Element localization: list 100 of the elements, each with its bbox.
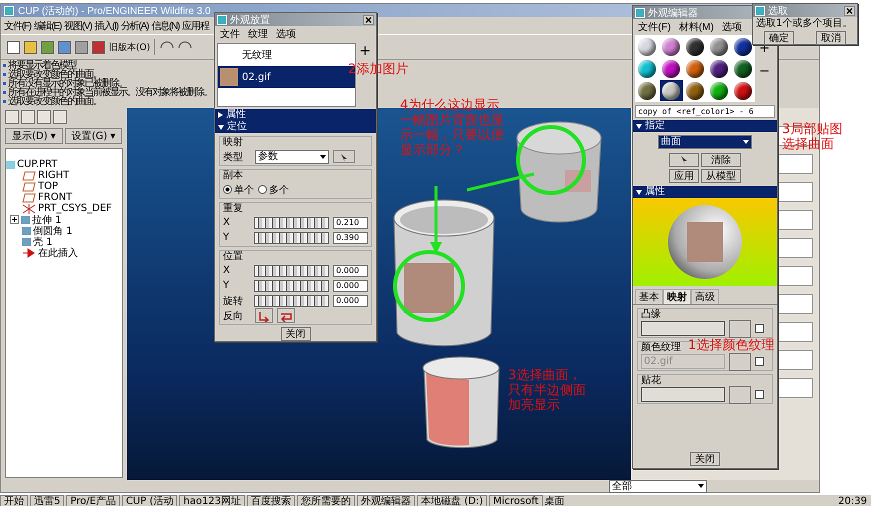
taskbar-button[interactable]: 迅雷5	[30, 495, 64, 506]
close-icon[interactable]	[844, 6, 855, 16]
dropdown-button[interactable]: 显示(D) ▾	[5, 128, 63, 144]
texture-field[interactable]	[641, 387, 725, 402]
menu-item[interactable]: 应用程	[182, 18, 209, 32]
plane-icon	[22, 182, 36, 192]
taskbar-button[interactable]: Pro/E产品	[66, 495, 120, 506]
start-button[interactable]: 开始	[0, 495, 28, 506]
dialog-button[interactable]: 取消	[816, 31, 846, 45]
thumbwheel[interactable]	[254, 216, 330, 228]
radio-option[interactable]: 多个	[258, 182, 289, 196]
dialog-button[interactable]: 确定	[764, 31, 794, 45]
toolbar-icon[interactable]	[92, 40, 105, 54]
tree-item[interactable]: 拉伸 1	[32, 212, 62, 226]
menu-item[interactable]: 文件	[220, 26, 240, 40]
taskbar-button[interactable]: 您所需要的	[297, 495, 356, 506]
tree-item[interactable]: 在此插入	[38, 246, 78, 260]
close-button[interactable]: 关闭	[280, 327, 310, 341]
navigator-tab[interactable]	[21, 110, 35, 124]
section-header[interactable]: 定位	[215, 121, 376, 133]
tree-item[interactable]: CUP.PRT	[17, 159, 58, 170]
tab[interactable]: 映射	[663, 289, 691, 304]
surface-dropdown[interactable]: 曲面	[658, 135, 752, 149]
dropdown-button[interactable]: 设置(G) ▾	[64, 128, 122, 144]
group-title: 贴花	[641, 375, 661, 387]
section-header[interactable]: 属性	[633, 186, 777, 198]
app-icon	[635, 8, 645, 18]
number-field[interactable]: 0.000	[333, 264, 368, 276]
caret-icon	[698, 484, 704, 488]
add-button[interactable]: +	[356, 43, 374, 59]
dialog-button[interactable]: 应用	[669, 169, 699, 183]
section-header[interactable]: 指定	[633, 120, 777, 132]
close-button[interactable]: 关闭	[690, 452, 720, 466]
radio-option[interactable]: 单个	[223, 182, 254, 196]
thumbwheel[interactable]	[254, 294, 330, 306]
section-header[interactable]: 属性	[215, 109, 376, 121]
radio-button[interactable]	[223, 185, 232, 194]
menu-item[interactable]: 插入(I)	[94, 18, 118, 32]
highlight-circle	[393, 250, 465, 322]
flip-arrows-icon	[258, 310, 270, 322]
pointer-icon	[340, 153, 348, 163]
navigator-tab[interactable]	[5, 110, 19, 124]
pointer-button[interactable]	[333, 150, 355, 163]
tree-item[interactable]: TOP	[38, 181, 58, 192]
menu-item[interactable]: 文件(F)	[638, 20, 671, 34]
tree-item[interactable]: 倒圆角 1	[33, 224, 73, 238]
toolbar-icon[interactable]	[58, 40, 71, 54]
tree-item[interactable]: FRONT	[38, 192, 72, 203]
tab[interactable]: 高级	[691, 289, 719, 304]
taskbar-button[interactable]: hao123网址	[179, 495, 246, 506]
navigator-tab[interactable]	[53, 110, 67, 124]
toolbar-icon[interactable]	[24, 40, 37, 54]
number-field[interactable]: 0.210	[333, 216, 368, 228]
toolbar-icon[interactable]	[41, 40, 54, 54]
flip-button[interactable]	[255, 308, 273, 323]
menu-item[interactable]: 编辑(E)	[34, 18, 62, 32]
menu-item[interactable]: 纹理	[248, 26, 268, 40]
dialog-button[interactable]: 从模型	[701, 169, 741, 183]
name-field[interactable]: copy of <ref_color1> - 6	[635, 105, 775, 118]
navigator-tab[interactable]	[37, 110, 51, 124]
checkbox[interactable]	[755, 390, 764, 399]
thumbwheel[interactable]	[254, 264, 330, 276]
thumbwheel[interactable]	[254, 280, 330, 292]
zoom-button[interactable]: −	[759, 64, 770, 79]
taskbar-button[interactable]: 外观编辑器	[357, 495, 416, 506]
menu-item[interactable]: 选项	[722, 20, 742, 34]
taskbar-button[interactable]: 百度搜索	[247, 495, 296, 506]
texture-field[interactable]	[641, 321, 725, 336]
field-label: 类型	[223, 150, 244, 164]
number-field[interactable]: 0.390	[333, 232, 368, 244]
radio-button[interactable]	[258, 185, 267, 194]
menu-item[interactable]: 选项	[276, 26, 296, 40]
tree-item[interactable]: RIGHT	[38, 170, 70, 181]
toolbar-icon[interactable]	[75, 40, 88, 54]
pointer-button[interactable]	[669, 153, 699, 167]
legacy-button[interactable]: 旧版本(O)	[109, 40, 150, 54]
dialog-button[interactable]: 清除	[701, 153, 741, 167]
tree-item[interactable]: 壳 1	[33, 234, 53, 248]
filter-dropdown[interactable]: 全部	[609, 480, 707, 492]
expand-toggle[interactable]	[10, 215, 19, 224]
menu-item[interactable]: 文件(F)	[4, 18, 31, 32]
menu-item[interactable]: 分析(A)	[120, 18, 148, 32]
taskbar-button[interactable]: Microsoft	[489, 495, 543, 506]
thumbwheel[interactable]	[254, 232, 330, 244]
menu-item[interactable]: 视图(V)	[64, 18, 92, 32]
number-field[interactable]: 0.000	[333, 280, 368, 292]
close-icon[interactable]	[363, 14, 374, 24]
menu-item[interactable]: 信息(N)	[151, 18, 180, 32]
toolbar-icon[interactable]	[7, 40, 20, 54]
tray-label[interactable]: 桌面	[544, 495, 565, 506]
checkbox[interactable]	[755, 324, 764, 333]
type-dropdown[interactable]: 参数	[255, 150, 329, 164]
taskbar-button[interactable]: 本地磁盘 (D:)	[417, 495, 488, 506]
flip-button[interactable]	[277, 308, 295, 323]
taskbar-button[interactable]: CUP (活动	[122, 495, 178, 506]
menu-item[interactable]: 材料(M)	[678, 20, 714, 34]
photo-placeholder	[220, 68, 238, 86]
plane-icon	[22, 170, 36, 180]
number-field[interactable]: 0.000	[333, 294, 368, 306]
tree-item[interactable]: PRT_CSYS_DEF	[38, 203, 112, 214]
